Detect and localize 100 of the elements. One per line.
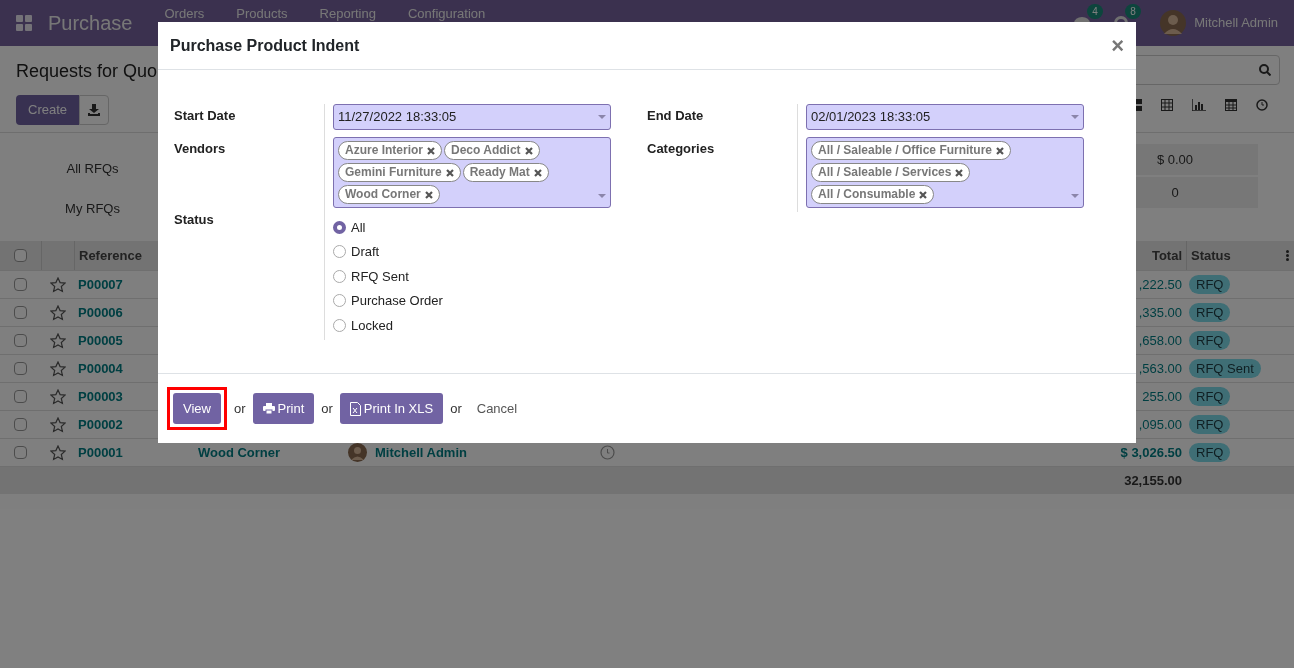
create-button[interactable]: Create (16, 95, 80, 125)
field-label: Status (174, 211, 215, 229)
amount-text: ,222.50 (1138, 275, 1183, 294)
menu-item[interactable]: Reporting (319, 4, 376, 24)
status-badge: RFQ (1189, 414, 1231, 434)
date-field[interactable]: 02/01/2023 18:33:05 (806, 104, 1084, 130)
or-text: or (450, 399, 462, 418)
star-icon[interactable] (49, 388, 66, 405)
xls-button[interactable]: Print In XLS (339, 393, 444, 424)
field-label: Start Date (174, 107, 237, 125)
tag-chip[interactable]: Azure Interior (338, 141, 442, 160)
radio-button[interactable] (333, 220, 346, 234)
radio-button[interactable] (333, 269, 346, 283)
star-icon[interactable] (49, 276, 66, 293)
column-header[interactable]: Total (1151, 245, 1186, 266)
menu-item[interactable]: Products (236, 4, 288, 24)
clock-icon[interactable] (1256, 98, 1268, 111)
or-text: or (321, 399, 333, 418)
app-name[interactable]: Purchase (48, 8, 133, 38)
reference-link[interactable]: P00007 (78, 276, 123, 292)
radio-label[interactable]: Purchase Order (351, 291, 443, 311)
checkbox[interactable] (14, 362, 27, 375)
tag-chip[interactable]: All / Consumable (811, 185, 935, 204)
dropdown-caret-icon (598, 194, 606, 198)
field-label: Categories (647, 140, 716, 158)
amount-text: ,335.00 (1138, 303, 1183, 322)
tags-field[interactable]: All / Saleable / Office Furniture All / Saleable / Services All / Consumable (806, 137, 1084, 208)
checkbox[interactable] (14, 249, 27, 262)
tag-chip[interactable]: Wood Corner (338, 185, 440, 204)
dropdown-caret-icon (1071, 115, 1079, 119)
user-name[interactable]: Mitchell Admin (1194, 13, 1278, 33)
sum-total: 32,155.00 (1124, 471, 1183, 490)
avatar-icon (348, 443, 367, 462)
remove-icon (533, 168, 542, 177)
dialog-title: Purchase Product Indent (170, 35, 361, 56)
remove-icon (424, 190, 433, 199)
radio-button[interactable] (333, 294, 346, 308)
remove-icon (919, 190, 928, 199)
search-icon (1259, 64, 1271, 76)
checkbox[interactable] (14, 418, 27, 431)
tag-chip[interactable]: Ready Mat (462, 163, 549, 182)
status-badge: RFQ (1189, 386, 1231, 406)
column-header[interactable]: Reference (79, 245, 142, 266)
or-text: or (233, 399, 246, 418)
star-icon[interactable] (49, 304, 66, 321)
radio-button[interactable] (333, 245, 346, 259)
reference-link[interactable]: P00001 (78, 444, 123, 460)
star-icon[interactable] (49, 332, 66, 349)
checkbox[interactable] (14, 446, 27, 459)
radio-button[interactable] (333, 318, 346, 332)
cancel-button[interactable]: Cancel (468, 398, 526, 419)
checkbox[interactable] (14, 334, 27, 347)
spreadsheet-file-icon (349, 401, 361, 416)
star-icon[interactable] (49, 444, 66, 461)
checkbox[interactable] (14, 306, 27, 319)
view-button[interactable]: View (173, 393, 221, 424)
dropdown-caret-icon (1071, 194, 1079, 198)
close-button[interactable]: × (1111, 34, 1124, 57)
date-field[interactable]: 11/27/2022 18:33:05 (333, 104, 611, 130)
reference-link[interactable]: P00004 (78, 360, 123, 376)
checkbox[interactable] (14, 278, 27, 291)
dashboard-label[interactable]: My RFQs (40, 199, 145, 219)
count-badge: 4 (1087, 4, 1103, 19)
dashboard-label[interactable]: All RFQs (40, 159, 145, 179)
tag-chip[interactable]: All / Saleable / Services (811, 163, 971, 182)
page-title: Requests for Quo (16, 60, 158, 83)
amount-text: ,563.00 (1138, 359, 1183, 378)
star-icon[interactable] (49, 360, 66, 377)
status-badge: RFQ (1189, 442, 1231, 462)
print-button[interactable]: Print (252, 393, 315, 424)
buyer-name[interactable]: Mitchell Admin (375, 442, 467, 463)
bar-chart-icon[interactable] (1192, 98, 1206, 111)
remove-icon (427, 146, 435, 155)
radio-label[interactable]: RFQ Sent (351, 266, 409, 286)
tag-chip[interactable]: All / Saleable / Office Furniture (811, 141, 1012, 160)
table-icon[interactable] (1161, 98, 1173, 111)
column-header[interactable]: Status (1191, 245, 1231, 266)
checkbox[interactable] (14, 390, 27, 403)
radio-label[interactable]: Locked (351, 315, 393, 335)
printer-icon (262, 403, 275, 414)
vendor-link[interactable]: Wood Corner (198, 444, 281, 460)
reference-link[interactable]: P00002 (78, 416, 123, 432)
download-button[interactable] (79, 95, 110, 125)
radio-label[interactable]: All (351, 217, 366, 237)
menu-item[interactable]: Configuration (407, 4, 486, 24)
amount-text: ,658.00 (1138, 331, 1183, 350)
star-icon[interactable] (49, 416, 66, 433)
reference-link[interactable]: P00003 (78, 388, 123, 404)
radio-label[interactable]: Draft (351, 242, 380, 262)
amount-text: $ 3,026.50 (1120, 443, 1183, 462)
menu-item[interactable]: Orders (164, 4, 205, 24)
calendar-icon[interactable] (1225, 98, 1237, 111)
reference-link[interactable]: P00005 (78, 332, 123, 348)
tags-field[interactable]: Azure Interior Deco Addict Gemini Furniture Ready Mat Wood Corner (333, 137, 611, 208)
apps-icon[interactable] (16, 15, 32, 31)
tag-chip[interactable]: Gemini Furniture (338, 163, 461, 182)
avatar-icon (1160, 10, 1187, 36)
tag-chip[interactable]: Deco Addict (444, 141, 540, 160)
dropdown-caret-icon (598, 115, 606, 119)
reference-link[interactable]: P00006 (78, 304, 123, 320)
